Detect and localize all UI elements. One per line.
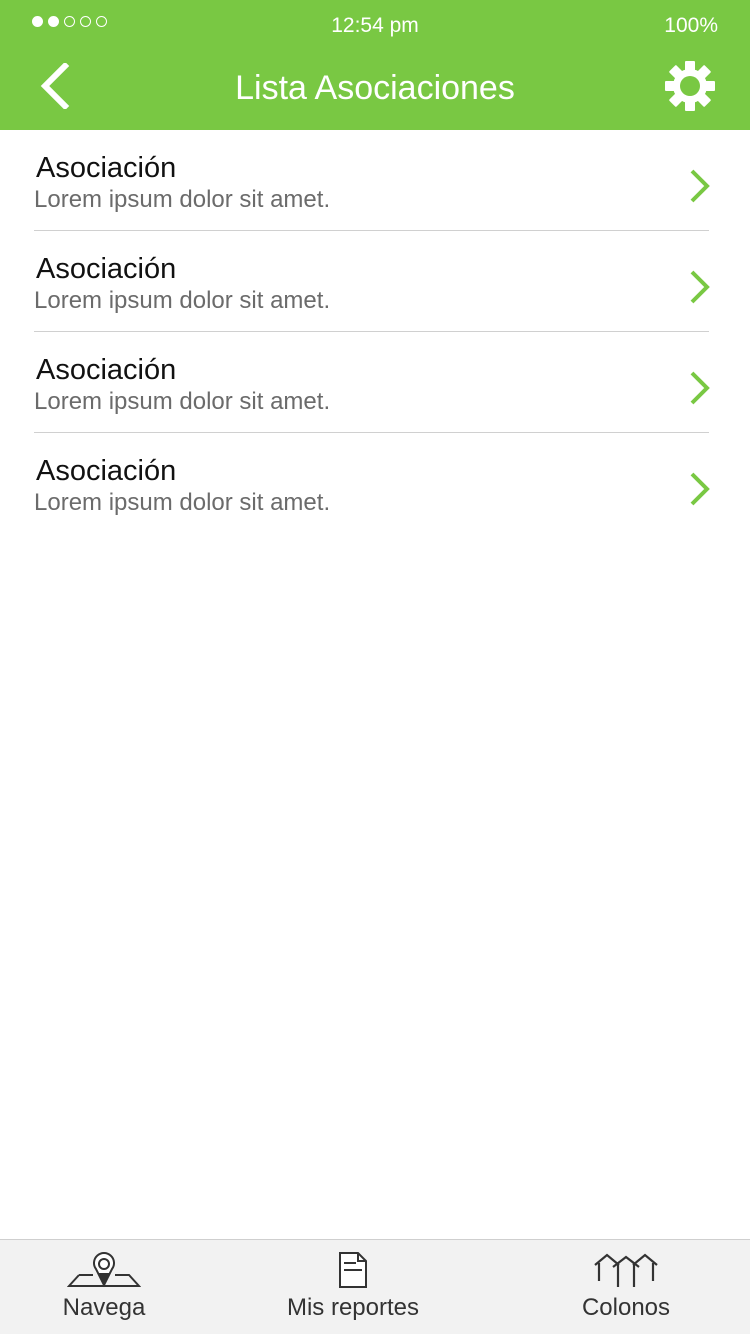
document-icon: [338, 1250, 368, 1290]
item-title: Asociación: [36, 152, 177, 184]
gear-icon: [665, 61, 715, 111]
tab-colonos[interactable]: Colonos: [566, 1240, 686, 1334]
battery-level: 100%: [664, 14, 718, 37]
chevron-right-icon: [690, 371, 710, 405]
item-subtitle: Lorem ipsum dolor sit amet.: [34, 489, 331, 516]
association-list: Asociación Lorem ipsum dolor sit amet. A…: [0, 130, 750, 534]
item-subtitle: Lorem ipsum dolor sit amet.: [34, 186, 331, 213]
item-subtitle: Lorem ipsum dolor sit amet.: [34, 388, 331, 415]
item-title: Asociación: [36, 455, 177, 487]
list-item[interactable]: Asociación Lorem ipsum dolor sit amet.: [0, 231, 750, 332]
page-title: Lista Asociaciones: [235, 69, 515, 107]
list-item[interactable]: Asociación Lorem ipsum dolor sit amet.: [0, 433, 750, 534]
tab-label: Navega: [62, 1294, 146, 1321]
top-bar: 12:54 pm 100% Lista Asociaciones: [0, 0, 750, 130]
settings-button[interactable]: [664, 60, 716, 112]
tab-label: Mis reportes: [286, 1294, 420, 1321]
item-title: Asociación: [36, 253, 177, 285]
chevron-right-icon: [690, 270, 710, 304]
tab-label: Colonos: [581, 1294, 671, 1321]
item-subtitle: Lorem ipsum dolor sit amet.: [34, 287, 331, 314]
chevron-right-icon: [690, 169, 710, 203]
status-time: 12:54 pm: [331, 14, 419, 37]
list-item[interactable]: Asociación Lorem ipsum dolor sit amet.: [0, 130, 750, 231]
list-item[interactable]: Asociación Lorem ipsum dolor sit amet.: [0, 332, 750, 433]
chevron-right-icon: [690, 472, 710, 506]
tab-bar: Navega Mis reportes Colonos: [0, 1239, 750, 1334]
tab-mis-reportes[interactable]: Mis reportes: [278, 1240, 428, 1334]
houses-icon: [593, 1250, 659, 1290]
item-title: Asociación: [36, 354, 177, 386]
tab-navega[interactable]: Navega: [44, 1240, 164, 1334]
map-pin-icon: [67, 1250, 141, 1290]
